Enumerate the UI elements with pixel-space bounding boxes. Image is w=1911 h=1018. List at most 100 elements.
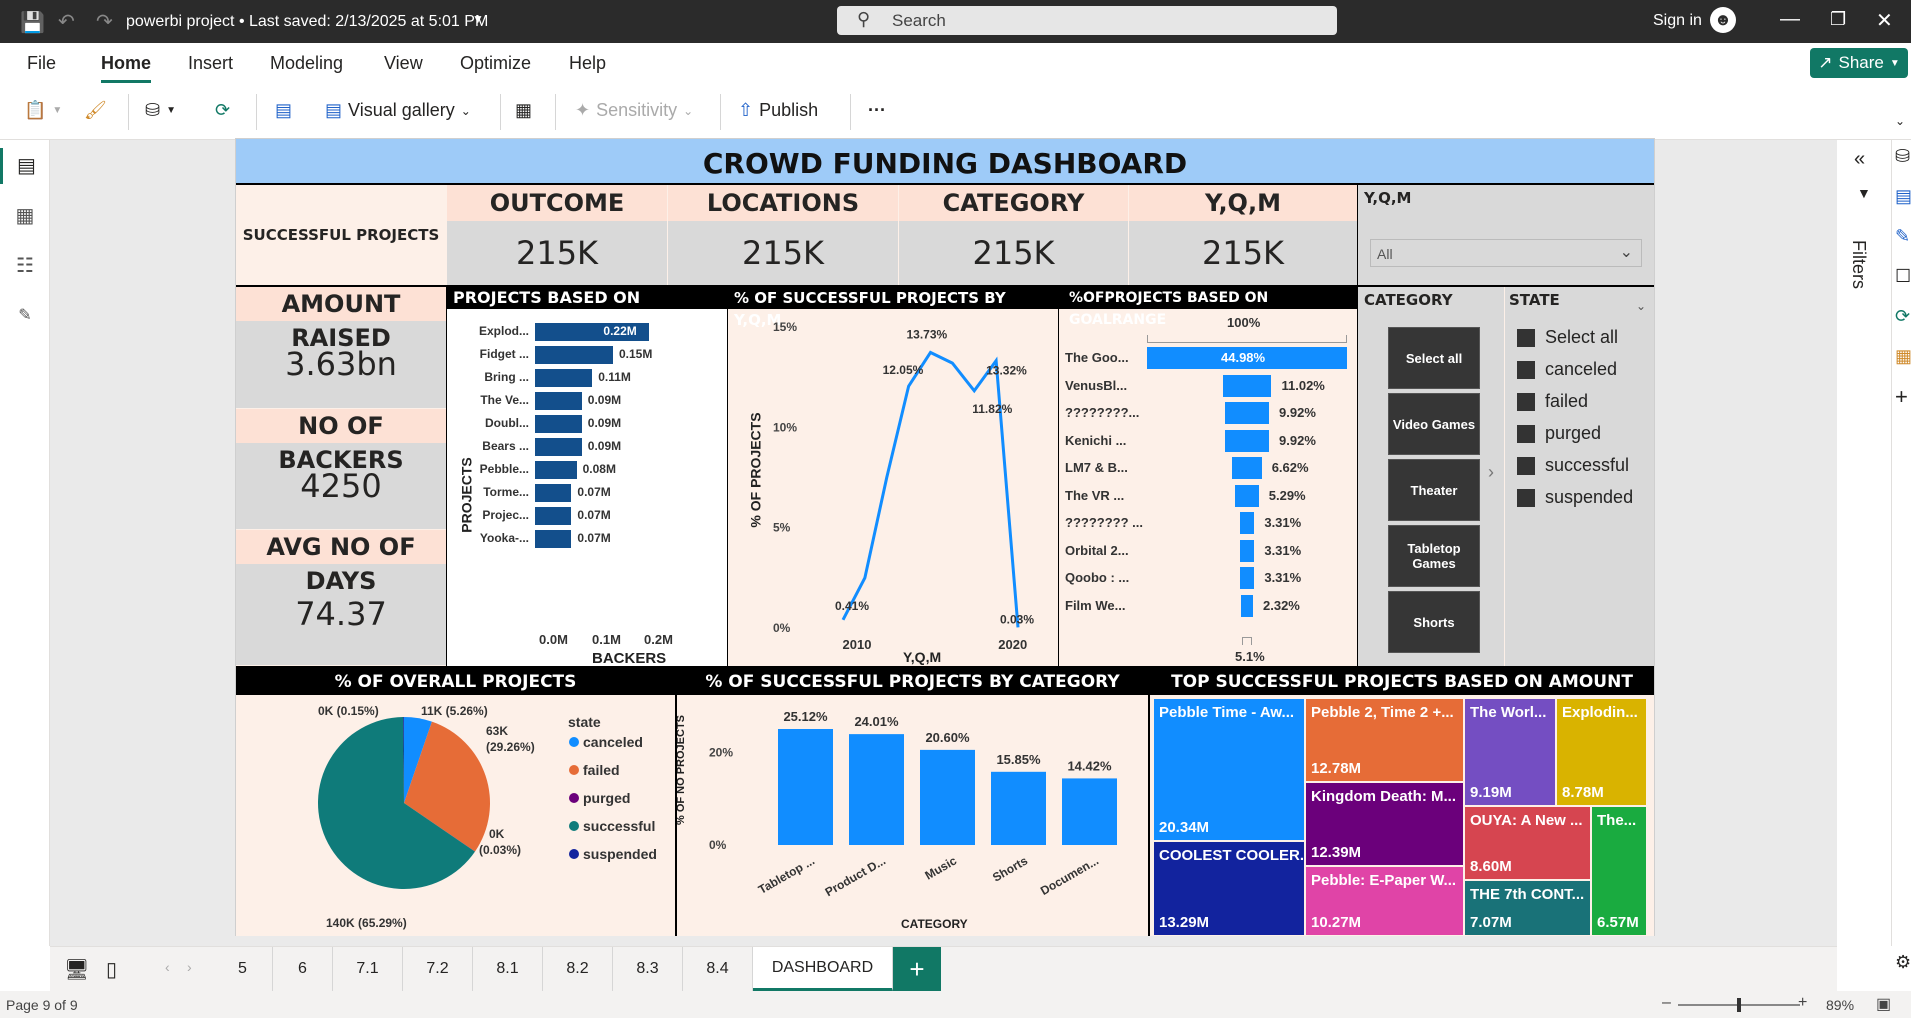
treemap-tile: OUYA: A New ... 8.60M (1465, 807, 1590, 879)
zoom-in-icon[interactable]: + (1798, 994, 1807, 1012)
selection-pane-icon[interactable]: ▦ (1895, 346, 1911, 367)
tab-8-3[interactable]: 8.3 (613, 947, 683, 991)
redo-icon[interactable]: ↷ (96, 9, 113, 34)
tab-7-1[interactable]: 7.1 (333, 947, 403, 991)
model-view-icon[interactable]: ☷ (0, 248, 50, 284)
category-button-tabletop-games[interactable]: Tabletop Games (1388, 525, 1480, 587)
category-button-select-all[interactable]: Select all (1388, 327, 1480, 389)
bar-data-label: 0.09M (587, 439, 622, 453)
window-title[interactable]: powerbi project • Last saved: 2/13/2025 … (126, 13, 488, 31)
format-painter-icon[interactable]: 🖌 (84, 100, 107, 121)
chevron-right-icon[interactable]: › (187, 959, 192, 975)
filters-pane-label[interactable]: Filters (1848, 240, 1869, 289)
bookmark-icon[interactable]: ☐ (1895, 266, 1911, 287)
menu-view[interactable]: View (384, 53, 423, 74)
category-button-video-games[interactable]: Video Games (1388, 393, 1480, 455)
add-page-button[interactable]: + (893, 947, 941, 991)
filter-icon[interactable]: ▼ (1857, 185, 1871, 201)
menu-home[interactable]: Home (101, 53, 152, 83)
desktop-layout-icon[interactable]: 🖥 (64, 957, 89, 982)
save-icon[interactable]: 💾 (20, 10, 45, 35)
bar-data-label: 0.09M (587, 416, 622, 430)
chevron-down-icon: ▼ (1889, 57, 1900, 69)
tab-7-2[interactable]: 7.2 (403, 947, 473, 991)
refresh-icon[interactable]: ⟳ (215, 100, 230, 121)
add-pane-icon[interactable]: + (1895, 384, 1908, 410)
chevron-left-icon[interactable]: ‹ (165, 959, 170, 975)
report-view-icon[interactable]: ▤ (0, 148, 50, 184)
menu-file[interactable]: File (27, 53, 56, 74)
data-label: 11K (5.26%) (421, 704, 488, 718)
category-button-shorts[interactable]: Shorts (1388, 591, 1480, 653)
undo-icon[interactable]: ↶ (58, 9, 75, 34)
yqm-dropdown[interactable]: All ⌄ (1370, 239, 1642, 267)
sensitivity-button[interactable]: ✦ Sensitivity ⌄ (575, 100, 693, 121)
menu-help[interactable]: Help (569, 53, 606, 74)
menu-modeling[interactable]: Modeling (270, 53, 343, 74)
overall-projects-pie: % OF OVERALL PROJECTS 11K (5.26%) 63K (29.… (236, 669, 675, 936)
format-pane-icon[interactable]: ✎ (1895, 226, 1910, 247)
paste-icon[interactable]: 📋 ▼ (24, 100, 62, 121)
close-icon[interactable]: ✕ (1876, 8, 1893, 33)
sign-in-button[interactable]: Sign in (1653, 12, 1702, 30)
tile-value: 8.60M (1470, 858, 1512, 875)
state-item-successful[interactable]: successful (1517, 455, 1629, 476)
bar-category-label: The Ve... (480, 393, 529, 407)
collapse-filters-icon[interactable]: « (1854, 148, 1865, 171)
share-button[interactable]: ↗ Share ▼ (1810, 48, 1908, 78)
state-item-select-all[interactable]: Select all (1517, 327, 1618, 348)
settings-icon[interactable]: ⚙ (1895, 952, 1911, 973)
tab-8-1[interactable]: 8.1 (473, 947, 543, 991)
mobile-layout-icon[interactable]: ▯ (106, 957, 117, 982)
more-options-button[interactable]: ··· (868, 100, 886, 121)
state-item-label: successful (1545, 455, 1630, 475)
menu-optimize[interactable]: Optimize (460, 53, 531, 74)
minimize-icon[interactable]: — (1780, 8, 1800, 31)
state-item-canceled[interactable]: canceled (1517, 359, 1617, 380)
search-input[interactable]: ⚲ Search (837, 6, 1337, 35)
bar (778, 729, 833, 845)
kpi-yqm: Y,Q,M 215K (1129, 185, 1357, 285)
new-visual-icon[interactable]: ▤ (275, 100, 292, 121)
bar-category-label: Explod... (478, 324, 529, 338)
kpi-label: CATEGORY (899, 185, 1128, 221)
status-bar: Page 9 of 9 – + 89% ▣ (0, 991, 1911, 1018)
tab-5[interactable]: 5 (213, 947, 273, 991)
visual-gallery-button[interactable]: ▤ Visual gallery ⌄ (325, 100, 471, 121)
collapse-ribbon-icon[interactable]: ⌄ (1895, 114, 1905, 128)
tab-dashboard[interactable]: DASHBOARD (753, 947, 893, 991)
data-label: 0.03% (1000, 612, 1034, 626)
data-label: (29.26%) (486, 740, 535, 754)
state-item-failed[interactable]: failed (1517, 391, 1588, 412)
zoom-out-icon[interactable]: – (1662, 994, 1671, 1012)
visualizations-pane-icon[interactable]: ▤ (1895, 186, 1911, 207)
chevron-down-icon[interactable]: ⌄ (1636, 299, 1646, 313)
chevron-down-icon[interactable]: ▼ (472, 12, 484, 26)
tab-6[interactable]: 6 (273, 947, 333, 991)
tab-8-2[interactable]: 8.2 (543, 947, 613, 991)
state-slicer-title: STATE (1509, 291, 1560, 309)
avatar-icon[interactable]: ☻ (1710, 7, 1736, 33)
chevron-right-icon[interactable]: › (1488, 462, 1494, 483)
state-item-suspended[interactable]: suspended (1517, 487, 1633, 508)
data-pane-icon[interactable]: ⛁ (1895, 146, 1910, 167)
treemap-tile: Pebble: E-Paper W... 10.27M (1306, 867, 1463, 935)
dax-query-icon[interactable]: ✎ (0, 298, 50, 334)
calculator-icon[interactable]: ▦ (515, 100, 532, 121)
zoom-slider-thumb[interactable] (1737, 998, 1741, 1012)
restore-icon[interactable]: ❐ (1830, 9, 1846, 30)
publish-label: Publish (759, 100, 819, 120)
goal-range-chart: %OFPROJECTS BASED ON GOALRANGE 100% The … (1059, 287, 1357, 666)
get-data-icon[interactable]: ⛁ ▼ (145, 100, 176, 121)
kpi-value: 74.37 (236, 564, 446, 665)
fit-to-page-icon[interactable]: ▣ (1876, 994, 1891, 1014)
publish-button[interactable]: ⇧ Publish (738, 100, 818, 121)
menu-insert[interactable]: Insert (188, 53, 233, 74)
table-view-icon[interactable]: ▦ (0, 198, 50, 234)
category-button-theater[interactable]: Theater (1388, 459, 1480, 521)
tab-8-4[interactable]: 8.4 (683, 947, 753, 991)
state-item-purged[interactable]: purged (1517, 423, 1601, 444)
zoom-slider[interactable] (1678, 998, 1800, 1012)
bar (535, 507, 572, 525)
sync-slicers-icon[interactable]: ⟳ (1895, 306, 1910, 327)
